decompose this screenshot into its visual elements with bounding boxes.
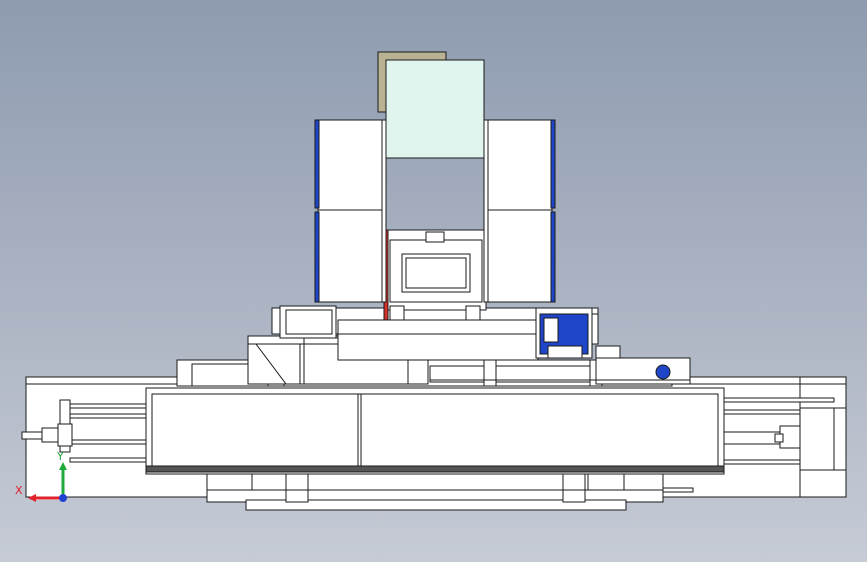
top-hood[interactable] [377,51,485,159]
cad-viewport[interactable]: X Y [0,0,867,562]
blue-actuator[interactable] [535,307,621,359]
left-housing[interactable] [314,119,387,303]
lower-carriage[interactable] [206,469,694,511]
right-housing[interactable] [483,119,556,303]
z-axis-dot [59,494,67,502]
y-axis-label: Y [57,450,64,463]
upper-column[interactable] [383,229,487,321]
main-frame[interactable] [145,387,725,475]
x-axis-label: X [15,484,23,497]
